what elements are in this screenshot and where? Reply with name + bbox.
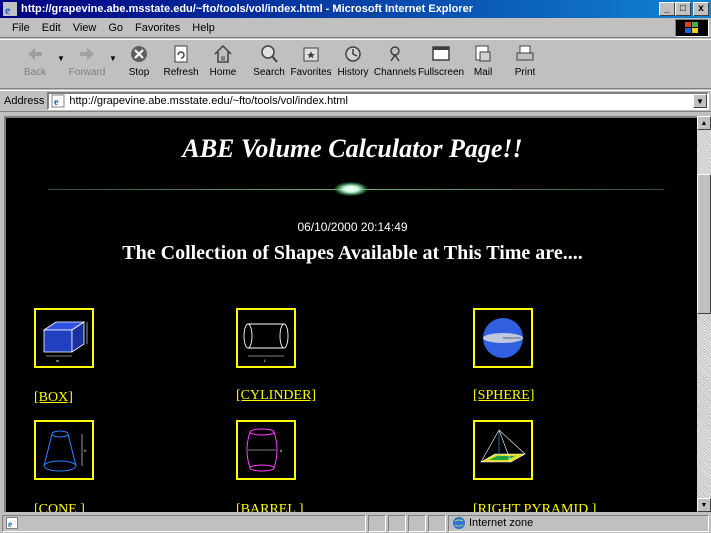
barrel-icon: d xyxy=(246,428,282,472)
home-button[interactable]: Home xyxy=(202,40,244,88)
windows-flag-icon xyxy=(685,22,698,33)
address-bar: Address e http://grapevine.abe.msstate.e… xyxy=(0,90,711,112)
back-arrow-icon xyxy=(28,48,42,60)
stop-button[interactable]: Stop xyxy=(118,40,160,88)
forward-dropdown[interactable]: ▼ xyxy=(108,40,118,63)
shape-cone: h [CONE ] xyxy=(34,420,94,512)
refresh-icon xyxy=(174,45,188,63)
windows-logo-throbber xyxy=(675,19,709,37)
page-icon: e xyxy=(51,94,65,108)
zone-label: Internet zone xyxy=(469,517,534,529)
history-icon xyxy=(345,46,361,62)
print-button[interactable]: Print xyxy=(504,40,546,88)
title-bar: e http://grapevine.abe.msstate.edu/~fto/… xyxy=(0,0,711,18)
scroll-down-arrow[interactable]: ▼ xyxy=(697,498,711,512)
menu-file[interactable]: File xyxy=(6,22,36,34)
menu-go[interactable]: Go xyxy=(102,22,129,34)
barrel-thumbnail[interactable]: d xyxy=(236,420,296,480)
shape-cylinder: L [CYLINDER] xyxy=(236,308,316,403)
address-input[interactable]: e http://grapevine.abe.msstate.edu/~fto/… xyxy=(47,92,709,110)
history-button[interactable]: History xyxy=(332,40,374,88)
ie-logo-icon: e xyxy=(3,2,17,16)
channels-icon xyxy=(390,46,400,62)
security-zone: Internet zone xyxy=(448,514,709,532)
page-status-icon: e xyxy=(6,517,18,529)
shape-sphere: [SPHERE] xyxy=(473,308,534,403)
forward-arrow-icon xyxy=(80,48,94,60)
fullscreen-button[interactable]: Fullscreen xyxy=(418,40,464,88)
status-message: e xyxy=(2,514,366,532)
menu-favorites[interactable]: Favorites xyxy=(129,22,186,34)
status-cell-3 xyxy=(408,514,426,532)
window-title: http://grapevine.abe.msstate.edu/~fto/to… xyxy=(21,3,473,15)
channels-button[interactable]: Channels xyxy=(374,40,416,88)
status-cell-1 xyxy=(368,514,386,532)
status-cell-4 xyxy=(428,514,446,532)
toolbar: Back ▼ Forward ▼ Stop Refresh Home Searc… xyxy=(0,39,711,89)
printer-icon xyxy=(516,45,534,61)
pyramid-thumbnail[interactable] xyxy=(473,420,533,480)
back-dropdown[interactable]: ▼ xyxy=(56,40,66,63)
divider-glow xyxy=(334,182,368,196)
barrel-link[interactable]: [BARREL ] xyxy=(236,502,304,512)
address-dropdown[interactable]: ▼ xyxy=(693,94,707,108)
pyramid-icon xyxy=(479,429,527,463)
sphere-icon xyxy=(483,318,523,358)
svg-text:w: w xyxy=(56,358,59,363)
box-link[interactable]: [BOX] xyxy=(34,390,73,406)
status-bar: e Internet zone xyxy=(0,513,711,533)
menu-help[interactable]: Help xyxy=(186,22,221,34)
cylinder-icon: L xyxy=(243,323,289,363)
page-title: ABE Volume Calculator Page!! xyxy=(182,134,523,163)
shape-right-pyramid: [RIGHT PYRAMID ] xyxy=(473,420,596,512)
stop-icon xyxy=(131,46,147,62)
sphere-link[interactable]: [SPHERE] xyxy=(473,388,534,404)
mail-icon xyxy=(475,45,491,62)
svg-text:e: e xyxy=(8,519,12,529)
subheading: The Collection of Shapes Available at Th… xyxy=(122,242,583,264)
shape-barrel: d [BARREL ] xyxy=(236,420,304,512)
box-icon: w xyxy=(42,321,88,363)
box-thumbnail[interactable]: w xyxy=(34,308,94,368)
right-pyramid-link[interactable]: [RIGHT PYRAMID ] xyxy=(473,502,596,512)
scroll-thumb[interactable] xyxy=(697,174,711,314)
mail-button[interactable]: Mail xyxy=(462,40,504,88)
search-icon xyxy=(261,45,278,63)
page-content: ABE Volume Calculator Page!! 06/10/2000 … xyxy=(4,116,697,512)
cone-icon: h xyxy=(43,430,86,472)
back-button[interactable]: Back xyxy=(14,40,56,88)
address-label: Address xyxy=(4,95,45,107)
svg-text:h: h xyxy=(84,448,86,453)
status-cell-2 xyxy=(388,514,406,532)
menu-edit[interactable]: Edit xyxy=(36,22,67,34)
cone-thumbnail[interactable]: h xyxy=(34,420,94,480)
home-icon xyxy=(214,44,232,63)
sphere-thumbnail[interactable] xyxy=(473,308,533,368)
svg-text:e: e xyxy=(5,3,11,16)
svg-text:L: L xyxy=(264,358,267,363)
favorites-icon xyxy=(303,47,319,62)
menu-view[interactable]: View xyxy=(67,22,103,34)
scroll-up-arrow[interactable]: ▲ xyxy=(697,116,711,130)
svg-text:e: e xyxy=(54,97,59,108)
menu-bar: File Edit View Go Favorites Help xyxy=(0,18,711,38)
vertical-scrollbar[interactable]: ▲ ▼ xyxy=(697,116,711,512)
maximize-button[interactable]: □ xyxy=(675,2,691,16)
close-button[interactable]: x xyxy=(693,2,709,16)
fullscreen-icon xyxy=(432,46,450,61)
svg-text:d: d xyxy=(280,448,282,453)
shape-box: w [BOX] xyxy=(34,308,94,405)
cone-link[interactable]: [CONE ] xyxy=(34,502,85,512)
favorites-button[interactable]: Favorites xyxy=(290,40,332,88)
refresh-button[interactable]: Refresh xyxy=(160,40,202,88)
address-url: http://grapevine.abe.msstate.edu/~fto/to… xyxy=(69,95,348,107)
minimize-button[interactable]: _ xyxy=(659,2,675,16)
cylinder-link[interactable]: [CYLINDER] xyxy=(236,388,316,404)
forward-button[interactable]: Forward xyxy=(66,40,108,88)
globe-icon xyxy=(453,517,465,529)
cylinder-thumbnail[interactable]: L xyxy=(236,308,296,368)
search-button[interactable]: Search xyxy=(248,40,290,88)
timestamp: 06/10/2000 20:14:49 xyxy=(297,220,408,234)
